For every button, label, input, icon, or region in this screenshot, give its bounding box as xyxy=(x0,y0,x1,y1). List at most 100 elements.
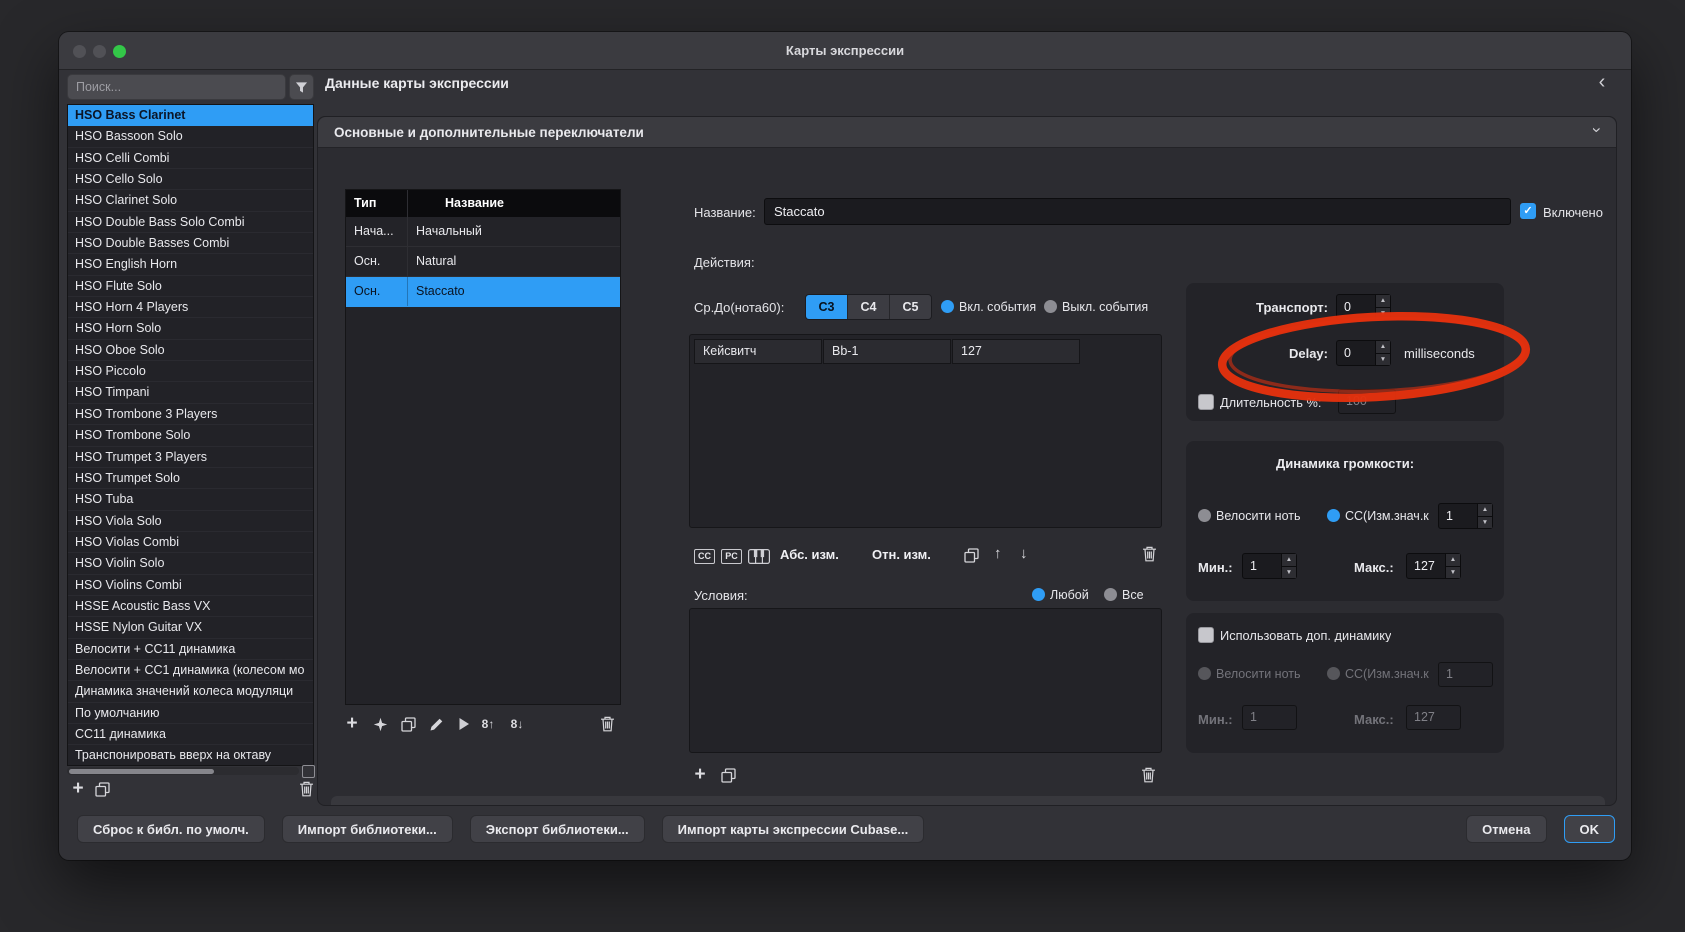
list-item[interactable]: HSO Bass Clarinet xyxy=(68,105,313,127)
footer-button[interactable]: Импорт библиотеки... xyxy=(281,815,453,843)
delay-spinner[interactable]: 0 ▲ ▼ xyxy=(1336,340,1391,366)
list-item[interactable]: HSO Oboe Solo xyxy=(68,339,313,362)
length-checkbox[interactable] xyxy=(1198,394,1214,410)
list-item[interactable]: HSO Timpani xyxy=(68,382,313,404)
slot-row[interactable]: Осн. Staccato xyxy=(346,277,620,307)
delete-slot-button[interactable] xyxy=(595,713,619,735)
list-item[interactable]: HSSE Acoustic Bass VX xyxy=(68,595,313,618)
cancel-button[interactable]: Отмена xyxy=(1466,815,1547,843)
list-item[interactable]: Велосити + CC11 динамика xyxy=(68,638,313,660)
event-data2-cell[interactable]: 127 xyxy=(952,339,1080,364)
list-item[interactable]: HSO Piccolo xyxy=(68,361,313,383)
list-item[interactable]: HSO Horn 4 Players xyxy=(68,297,313,319)
collapse-panel-button[interactable]: ‹ xyxy=(1589,70,1615,96)
list-item[interactable]: CC11 динамика xyxy=(68,723,313,746)
min-spinner[interactable]: 1 ▲ ▼ xyxy=(1242,553,1297,579)
relative-change-button[interactable]: Отн. изм. xyxy=(872,547,931,562)
scrollbar-thumb[interactable] xyxy=(69,768,214,774)
octave-down-button[interactable]: 8↓ xyxy=(505,713,529,735)
spin-down-icon[interactable]: ▼ xyxy=(1446,566,1460,578)
list-item[interactable]: HSO Tuba xyxy=(68,489,313,511)
list-item[interactable]: HSO Trumpet 3 Players xyxy=(68,446,313,468)
root-key-c5[interactable]: C5 xyxy=(889,295,931,319)
list-item[interactable]: HSO Trombone 3 Players xyxy=(68,403,313,426)
list-item[interactable]: Велосити + CC1 динамика (колесом мо xyxy=(68,659,313,682)
name-input[interactable]: Staccato xyxy=(764,198,1511,225)
list-item[interactable]: По умолчанию xyxy=(68,702,313,724)
conditions-box[interactable] xyxy=(689,608,1162,753)
min-stepper[interactable]: ▲ ▼ xyxy=(1281,554,1296,578)
list-item[interactable]: HSO Violins Combi xyxy=(68,574,313,596)
list-item[interactable]: HSO Double Basses Combi xyxy=(68,233,313,255)
cc-number-stepper[interactable]: ▲ ▼ xyxy=(1477,504,1492,528)
duplicate-condition-button[interactable] xyxy=(716,764,740,786)
absolute-change-button[interactable]: Абс. изм. xyxy=(780,547,839,562)
footer-button[interactable]: Экспорт библиотеки... xyxy=(469,815,645,843)
list-item[interactable]: HSO Horn Solo xyxy=(68,318,313,340)
add-condition-button[interactable]: + xyxy=(688,764,712,786)
condition-all-radio[interactable] xyxy=(1104,588,1117,601)
slot-row[interactable]: Нача... Начальный xyxy=(346,217,620,247)
cc-radio[interactable] xyxy=(1327,509,1340,522)
spin-down-icon[interactable]: ▼ xyxy=(1376,307,1390,319)
list-item[interactable]: HSO Viola Solo xyxy=(68,510,313,532)
cc-number-spinner[interactable]: 1 ▲ ▼ xyxy=(1438,503,1493,529)
add-slot-button[interactable]: + xyxy=(340,713,364,735)
delay-stepper[interactable]: ▲ ▼ xyxy=(1375,341,1390,365)
merge-slots-button[interactable] xyxy=(368,713,392,735)
list-item[interactable]: Транспонировать вверх на октаву xyxy=(68,745,313,765)
delete-condition-button[interactable] xyxy=(1136,764,1160,786)
footer-button[interactable]: Импорт карты экспрессии Cubase... xyxy=(661,815,925,843)
extra-velocity-radio[interactable] xyxy=(1198,667,1211,680)
list-item[interactable]: HSO Clarinet Solo xyxy=(68,190,313,212)
list-item[interactable]: HSO Cello Solo xyxy=(68,169,313,191)
spin-down-icon[interactable]: ▼ xyxy=(1376,353,1390,365)
transport-spinner[interactable]: 0 ▲ ▼ xyxy=(1336,294,1391,320)
list-item[interactable]: HSO Celli Combi xyxy=(68,147,313,170)
slot-row[interactable]: Осн. Natural xyxy=(346,247,620,277)
spin-down-icon[interactable]: ▼ xyxy=(1282,566,1296,578)
output-events-box[interactable]: Кейсвитч Bb-1 127 xyxy=(689,334,1162,528)
extra-cc-radio[interactable] xyxy=(1327,667,1340,680)
next-section-header[interactable] xyxy=(331,796,1605,805)
add-map-button[interactable]: + xyxy=(67,778,89,800)
event-type-cell[interactable]: Кейсвитч xyxy=(694,339,822,364)
spin-up-icon[interactable]: ▲ xyxy=(1282,554,1296,567)
search-input[interactable] xyxy=(67,74,286,100)
audition-slot-button[interactable] xyxy=(452,713,476,735)
octave-up-button[interactable]: 8↑ xyxy=(476,713,500,735)
keyswitch-event-button[interactable] xyxy=(748,549,770,569)
condition-any-radio[interactable] xyxy=(1032,588,1045,601)
list-item[interactable]: HSO Violas Combi xyxy=(68,531,313,554)
move-event-down-button[interactable]: ↓ xyxy=(1020,545,1028,562)
list-item[interactable]: HSO English Horn xyxy=(68,254,313,276)
filter-button[interactable] xyxy=(289,74,314,100)
list-item[interactable]: HSO Trumpet Solo xyxy=(68,467,313,490)
transport-stepper[interactable]: ▲ ▼ xyxy=(1375,295,1390,319)
list-item[interactable]: Динамика значений колеса модуляци xyxy=(68,681,313,703)
root-key-c3[interactable]: C3 xyxy=(806,295,847,319)
list-item[interactable]: HSO Violin Solo xyxy=(68,553,313,575)
list-item[interactable]: HSO Flute Solo xyxy=(68,275,313,298)
max-stepper[interactable]: ▲ ▼ xyxy=(1445,554,1460,578)
list-item[interactable]: HSO Trombone Solo xyxy=(68,425,313,447)
note-on-radio[interactable] xyxy=(941,300,954,313)
extra-dynamics-checkbox[interactable] xyxy=(1198,627,1214,643)
cc-event-button[interactable]: CC xyxy=(694,549,715,564)
spin-down-icon[interactable]: ▼ xyxy=(1478,516,1492,528)
duplicate-event-button[interactable] xyxy=(964,548,979,568)
list-item[interactable]: HSSE Nylon Guitar VX xyxy=(68,617,313,639)
spin-up-icon[interactable]: ▲ xyxy=(1376,295,1390,308)
enabled-checkbox[interactable]: ✓ xyxy=(1520,203,1536,219)
delete-event-button[interactable] xyxy=(1142,546,1157,567)
spin-up-icon[interactable]: ▲ xyxy=(1446,554,1460,567)
pc-event-button[interactable]: PC xyxy=(721,549,742,564)
move-event-up-button[interactable]: ↑ xyxy=(994,545,1002,562)
section-header[interactable]: Основные и дополнительные переключатели … xyxy=(318,117,1616,148)
list-item[interactable]: HSO Double Bass Solo Combi xyxy=(68,211,313,234)
list-horizontal-scrollbar[interactable] xyxy=(67,767,299,775)
spin-up-icon[interactable]: ▲ xyxy=(1376,341,1390,354)
list-item[interactable]: HSO Bassoon Solo xyxy=(68,126,313,148)
duplicate-slot-button[interactable] xyxy=(396,713,420,735)
footer-button[interactable]: Сброс к библ. по умолч. xyxy=(77,815,265,843)
